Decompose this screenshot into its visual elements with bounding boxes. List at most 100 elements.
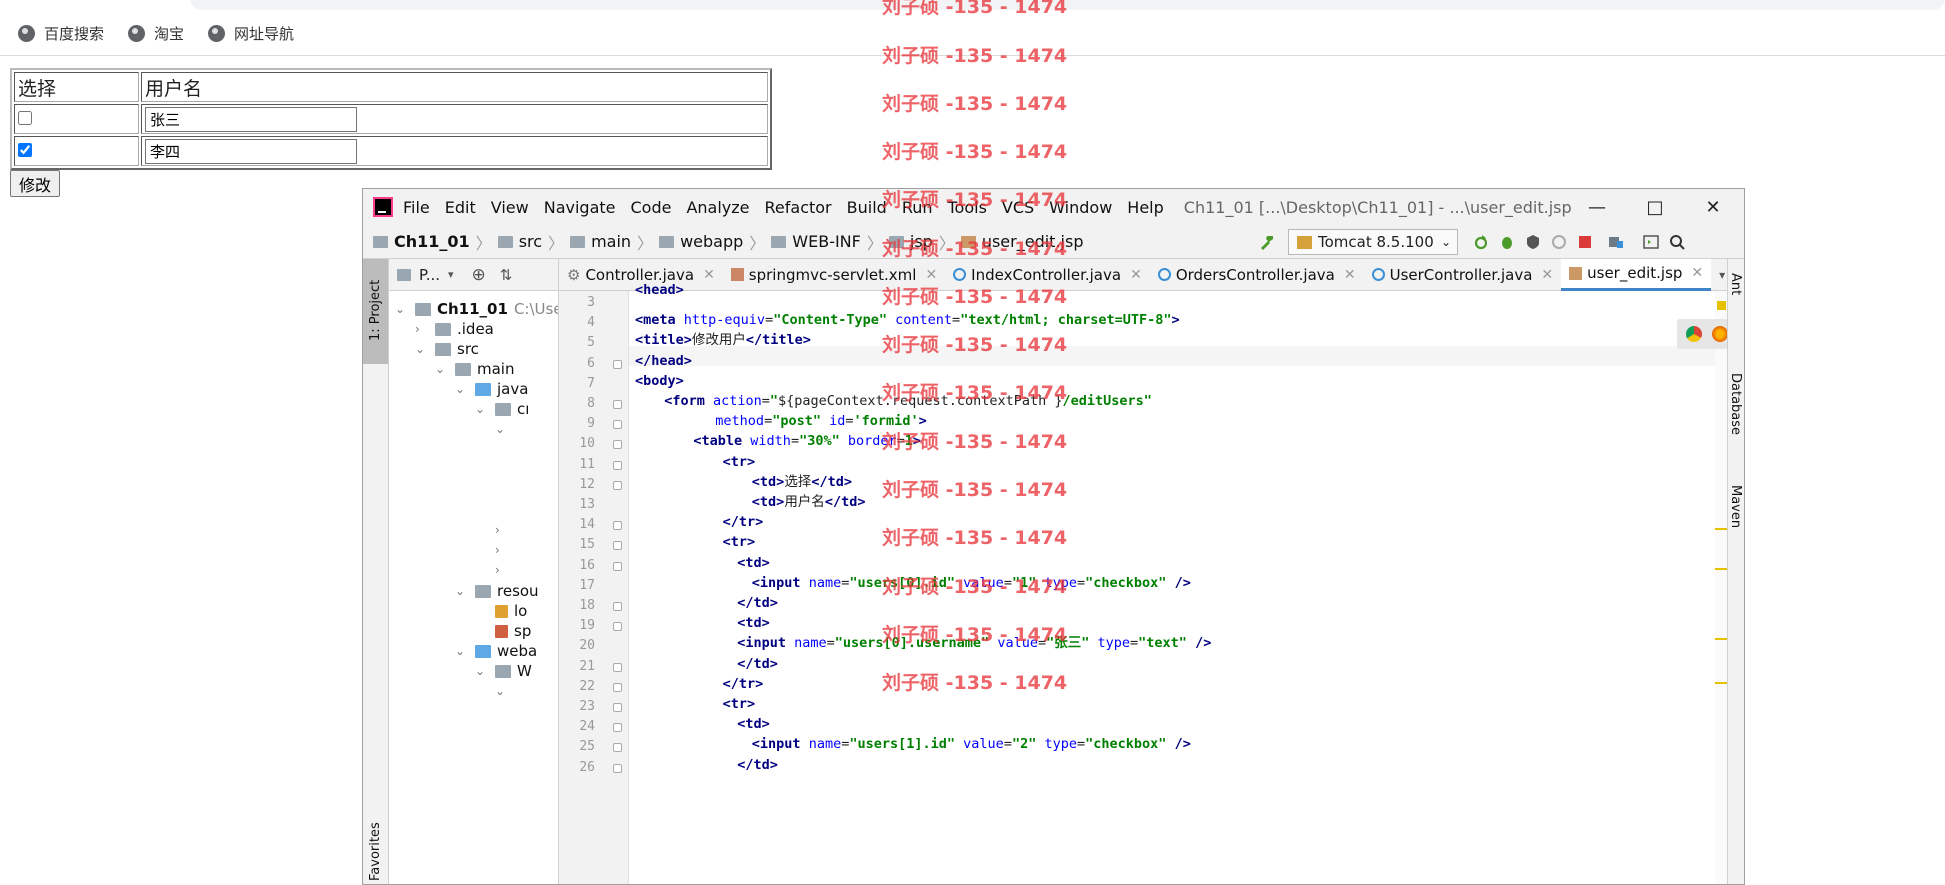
menu-build[interactable]: Build [847, 198, 887, 217]
menu-view[interactable]: View [491, 198, 529, 217]
editor-scrollbar[interactable] [1715, 291, 1727, 884]
tree-item-package[interactable]: ⌄ cı [475, 399, 529, 419]
chevron-down-icon[interactable]: ▾ [448, 268, 454, 281]
tree-item-project[interactable]: ⌄ Ch11_01 C:\Use [395, 299, 558, 319]
menu-refactor[interactable]: Refactor [765, 198, 832, 217]
breadcrumb-src[interactable]: src [497, 232, 542, 251]
tree-item-src[interactable]: ⌄ src [415, 339, 479, 359]
chevron-down-icon: ⌄ [475, 402, 486, 416]
globe-icon [208, 25, 226, 42]
chevron-down-icon: ⌄ [415, 342, 426, 356]
minimize-button[interactable]: — [1568, 189, 1626, 225]
username-input-row-1[interactable] [145, 106, 357, 132]
chevron-down-icon: ⌄ [455, 644, 466, 658]
bookmark-taobao[interactable]: 淘宝 [128, 23, 184, 44]
code-editor: ⚙ Controller.java ✕ springmvc-servlet.xml ✕… [559, 259, 1727, 884]
collapse-all-icon[interactable]: ⇅ [500, 266, 513, 284]
tree-item-collapsed[interactable]: › [495, 540, 515, 560]
close-icon[interactable]: ✕ [703, 267, 715, 283]
tab-user-edit-jsp[interactable]: user_edit.jsp ✕ [1561, 259, 1712, 291]
tree-item-spring-file[interactable]: sp [495, 621, 531, 641]
ant-tool-tab[interactable]: Ant [1728, 273, 1743, 295]
menu-navigate[interactable]: Navigate [544, 198, 616, 217]
warning-marker[interactable] [1717, 301, 1726, 310]
code-line: <td> [737, 615, 770, 632]
project-structure-icon[interactable] [1608, 234, 1624, 250]
database-tool-tab[interactable]: Database [1728, 373, 1743, 435]
menu-code[interactable]: Code [631, 198, 672, 217]
code-line: <head> [635, 282, 684, 298]
menu-edit[interactable]: Edit [445, 198, 476, 217]
code-area[interactable]: <head> <meta http-equiv="Content-Type" co… [559, 282, 1715, 884]
tree-item-subpackage[interactable]: ⌄ [495, 419, 515, 439]
code-line: </td> [737, 655, 778, 672]
chevron-down-icon: ⌄ [455, 584, 466, 598]
terminal-icon[interactable] [1643, 234, 1659, 250]
project-panel: P... ▾ ⊕ ⇅ ⌄ Ch11_01 C:\Use › .idea ⌄ src ⌄ m… [389, 259, 559, 884]
favorites-tool-tab[interactable]: Favorites [368, 822, 383, 881]
submit-edit-button[interactable]: 修改 [10, 170, 60, 197]
tree-item-jsp[interactable]: ⌄ [495, 681, 515, 701]
profile-icon[interactable] [1551, 234, 1567, 250]
breadcrumb-project[interactable]: Ch11_01 [373, 232, 470, 251]
code-line: <title>修改用户</title> [635, 332, 811, 349]
close-icon[interactable]: ✕ [1344, 267, 1356, 283]
table-row [14, 104, 768, 134]
folder-icon [495, 664, 511, 678]
close-icon[interactable]: ✕ [1541, 267, 1553, 283]
tree-item-idea[interactable]: › .idea [415, 319, 494, 339]
locate-icon[interactable]: ⊕ [472, 265, 486, 285]
tree-item-collapsed[interactable]: › [495, 560, 515, 580]
menu-analyze[interactable]: Analyze [686, 198, 749, 217]
breadcrumb-main[interactable]: main [570, 232, 631, 251]
bookmark-baidu[interactable]: 百度搜索 [18, 23, 104, 44]
tab-overflow[interactable]: ▾1 [1711, 259, 1727, 291]
jsp-file-icon [1569, 266, 1583, 280]
rerun-icon[interactable] [1473, 234, 1489, 250]
properties-file-icon [495, 604, 508, 618]
code-line: <tr> [722, 453, 756, 470]
stop-icon[interactable] [1577, 234, 1593, 250]
breadcrumb-web-inf[interactable]: WEB-INF [771, 232, 861, 251]
run-configuration-select[interactable]: Tomcat 8.5.100 ⌄ [1288, 229, 1458, 255]
project-tool-tab[interactable]: 1: Project [363, 259, 388, 364]
address-bar[interactable] [190, 0, 1945, 10]
code-line: <meta http-equiv="Content-Type" content=… [635, 312, 1180, 329]
username-input-row-2[interactable] [145, 138, 357, 164]
tree-item-web-inf[interactable]: ⌄ W [475, 661, 532, 681]
menu-file[interactable]: File [403, 198, 430, 217]
tree-item-webapp[interactable]: ⌄ weba [455, 641, 537, 661]
search-icon[interactable] [1669, 234, 1685, 250]
tree-item-log-file[interactable]: lo [495, 601, 527, 621]
firefox-icon[interactable] [1712, 326, 1727, 342]
tree-item-collapsed[interactable]: › [495, 520, 515, 540]
code-line: <tr> [722, 696, 756, 712]
watermark-text: 刘子硕 -135 - 1474 [882, 0, 1068, 18]
chevron-down-icon: ⌄ [475, 664, 486, 678]
watermark-text: 刘子硕 -135 - 1474 [882, 93, 1068, 115]
menu-help[interactable]: Help [1127, 198, 1163, 217]
tree-item-resources[interactable]: ⌄ resou [455, 581, 539, 601]
close-icon[interactable]: ✕ [1130, 267, 1142, 283]
watermark-text: 刘子硕 -135 - 1474 [882, 624, 1068, 646]
select-checkbox-row-2[interactable] [18, 143, 32, 157]
chevron-down-icon: ⌄ [1440, 235, 1451, 249]
header-username: 用户名 [141, 72, 768, 102]
tab-user-controller[interactable]: UserController.java ✕ [1364, 259, 1562, 291]
build-hammer-icon[interactable] [1259, 234, 1275, 250]
bookmark-nav[interactable]: 网址导航 [208, 23, 294, 44]
maximize-button[interactable]: □ [1626, 189, 1684, 225]
tree-item-main[interactable]: ⌄ main [435, 359, 514, 379]
tree-item-java[interactable]: ⌄ java [455, 379, 528, 399]
tab-orders-controller[interactable]: OrdersController.java ✕ [1150, 259, 1364, 291]
class-icon [1157, 268, 1171, 281]
select-checkbox-row-1[interactable] [18, 111, 32, 125]
close-icon[interactable]: ✕ [1691, 265, 1703, 281]
close-button[interactable]: ✕ [1684, 189, 1742, 225]
close-icon[interactable]: ✕ [925, 267, 937, 283]
maven-tool-tab[interactable]: Maven [1728, 485, 1743, 528]
debug-icon[interactable] [1499, 234, 1515, 250]
chrome-icon[interactable] [1686, 326, 1702, 342]
coverage-icon[interactable] [1525, 234, 1541, 250]
breadcrumb-webapp[interactable]: webapp [659, 232, 743, 251]
